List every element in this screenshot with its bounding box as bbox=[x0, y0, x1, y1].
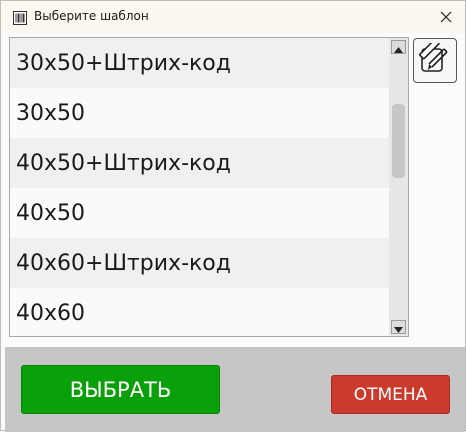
list-item[interactable]: 40x50 bbox=[10, 188, 389, 238]
vertical-scrollbar[interactable] bbox=[389, 38, 408, 336]
close-icon bbox=[440, 8, 452, 27]
list-item[interactable]: 40x60 bbox=[10, 288, 389, 336]
title-bar: Выберите шаблон bbox=[1, 1, 465, 33]
list-item[interactable]: 40x50+Штрих-код bbox=[10, 138, 389, 188]
pencil-edit-icon bbox=[419, 38, 451, 79]
list-item[interactable]: 40x60+Штрих-код bbox=[10, 238, 389, 288]
list-item-label: 40x60 bbox=[16, 300, 86, 326]
template-list-frame: 30x50+Штрих-код 30x50 40x50+Штрих-код 40… bbox=[9, 37, 409, 337]
template-list[interactable]: 30x50+Штрих-код 30x50 40x50+Штрих-код 40… bbox=[10, 38, 389, 336]
edit-template-button[interactable] bbox=[413, 38, 457, 83]
list-item-label: 30x50 bbox=[16, 100, 86, 126]
list-item-label: 40x50 bbox=[16, 200, 86, 226]
barcode-app-icon bbox=[13, 10, 27, 25]
list-item[interactable]: 30x50+Штрих-код bbox=[10, 38, 389, 88]
arrow-up-icon bbox=[394, 38, 403, 57]
window-title: Выберите шаблон bbox=[34, 9, 149, 23]
arrow-down-icon bbox=[394, 318, 403, 337]
scrollbar-thumb[interactable] bbox=[392, 104, 405, 178]
template-dialog: Выберите шаблон 30x50+Штрих-код 30x50 40… bbox=[0, 0, 466, 432]
list-item-label: 30x50+Штрих-код bbox=[16, 50, 231, 76]
list-item-label: 40x50+Штрих-код bbox=[16, 150, 231, 176]
list-item-label: 40x60+Штрих-код bbox=[16, 250, 231, 276]
scroll-up-button[interactable] bbox=[391, 40, 406, 54]
select-button[interactable]: ВЫБРАТЬ bbox=[21, 365, 220, 414]
cancel-button[interactable]: ОТМЕНА bbox=[331, 375, 450, 414]
close-button[interactable] bbox=[433, 5, 459, 29]
scroll-down-button[interactable] bbox=[391, 320, 406, 334]
list-item[interactable]: 30x50 bbox=[10, 88, 389, 138]
